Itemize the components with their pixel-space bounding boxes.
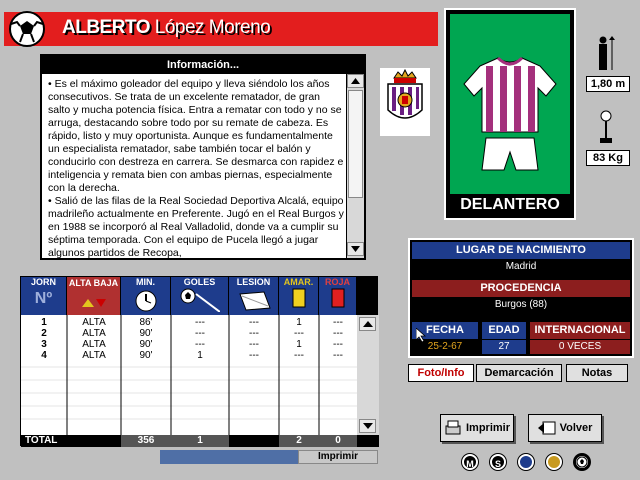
info-title: Información... [42,56,364,74]
shirt-icon [463,56,557,171]
arrow-down-icon [362,423,373,429]
weight-value: 83 Kg [586,150,630,166]
scroll-thumb[interactable] [348,90,363,198]
total-minutes: 356 [121,435,171,447]
player-first-name: ALBERTO [62,17,150,38]
kit-card: DELANTERO [444,8,576,220]
col-injury: LESION [229,277,279,315]
tab-position[interactable]: Demarcación [476,364,562,382]
info-paragraph: • Salió de las filas de la Real Sociedad… [48,195,344,258]
height-value: 1,80 m [586,76,630,92]
stopwatch-icon [135,290,156,312]
info-paragraph: • Es el máximo goleador del equipo y lle… [48,78,344,194]
totals-label: TOTAL [25,435,58,446]
printer-icon [445,420,461,435]
table-scrollbar[interactable] [357,315,379,435]
kit-pitch [450,14,570,194]
stats-header: JORN Nº ALTA BAJA MIN. GOLES LESION AMAR… [21,277,357,315]
birthplace-value: Madrid [505,261,537,272]
birthplace-label: LUGAR DE NACIMIENTO [412,242,630,259]
red-card-icon [331,288,344,308]
height-figure-icon [596,36,616,70]
info-scrollbar[interactable] [346,74,364,258]
tab-notes[interactable]: Notas [566,364,628,382]
totals-row: TOTAL 356 1 2 0 [21,435,379,447]
origin-value: Burgos (88) [494,299,548,310]
ball-small-icon[interactable] [574,454,590,470]
birth-panel: LUGAR DE NACIMIENTO Madrid PROCEDENCIA B… [408,238,634,358]
scale-icon [598,110,614,144]
col-minutes: MIN. [121,277,171,315]
age-label: EDAD [482,322,526,339]
position-label: DELANTERO [460,196,560,213]
stats-table: JORN Nº ALTA BAJA MIN. GOLES LESION AMAR… [20,276,379,447]
football-icon [8,10,46,48]
col-goals: GOLES [171,277,229,315]
scroll-up-button[interactable] [347,74,364,88]
total-goals: 1 [171,435,229,447]
mouse-cursor-icon [415,327,427,347]
info-text: • Es el máximo goleador del equipo y lle… [48,78,344,258]
round-number-label: Nº [34,290,53,307]
international-label: INTERNACIONAL [530,322,630,339]
tab-photo-info[interactable]: Foto/Info [408,364,474,382]
origin-label: PROCEDENCIA [412,280,630,297]
goal-ball-icon [180,288,221,313]
trophy-icon[interactable] [546,454,562,470]
player-last-name: López Moreno [154,17,271,38]
table-scroll-up-button[interactable] [359,317,376,331]
col-round: JORN Nº [21,277,67,315]
arrow-down-icon [351,246,360,252]
print-table-button[interactable]: Imprimir [298,450,378,464]
arrow-up-icon [351,78,360,84]
total-red: 0 [319,435,357,447]
s-icon[interactable]: S [490,454,506,470]
col-red: ROJA [319,277,357,315]
print-progress-bar [160,450,298,464]
age-value: 27 [482,340,526,354]
table-grid [21,315,357,435]
col-status: ALTA BAJA [67,277,121,315]
up-down-arrows-icon [81,299,106,307]
back-button[interactable]: Volver [528,414,602,442]
player-name: ALBERTO López Moreno [62,17,271,39]
yellow-card-icon [292,288,305,308]
stats-body: 1 ALTA 86' --- --- 1 --- 2 ALTA 90' --- … [21,315,357,435]
team-crest-icon [380,68,430,136]
back-arrow-icon [537,421,556,435]
globe-icon[interactable] [518,454,534,470]
m-icon[interactable]: M [462,454,478,470]
arrow-up-icon [362,321,373,327]
col-yellow: AMAR. [279,277,319,315]
print-button[interactable]: Imprimir [440,414,514,442]
table-scroll-down-button[interactable] [359,419,376,433]
scroll-down-button[interactable] [347,242,364,256]
injury-bandage-icon [238,291,271,311]
total-yellow: 2 [279,435,319,447]
international-value: 0 VECES [530,340,630,354]
info-window: Información... • Es el máximo goleador d… [40,54,366,260]
